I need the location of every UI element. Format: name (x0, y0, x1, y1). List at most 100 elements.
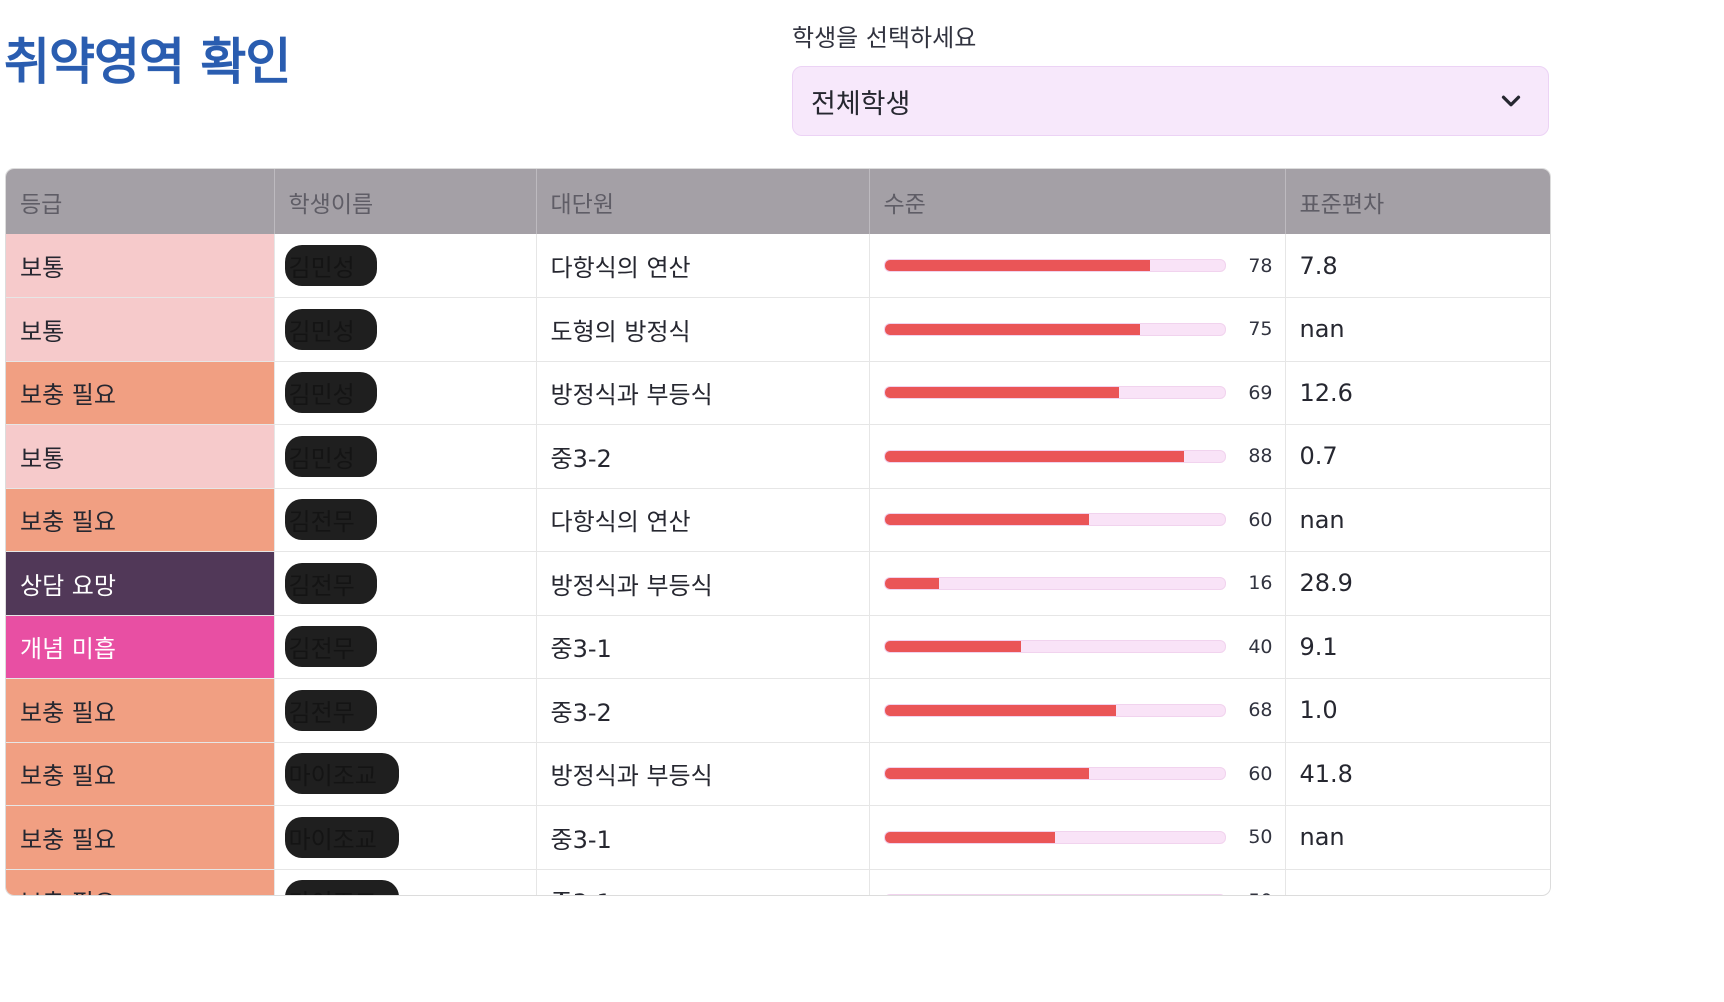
student-name-redacted: 김전무 (284, 562, 377, 604)
table-row[interactable]: 보충 필요 김민성 방정식과 부등식 69 12.6 (6, 361, 1550, 425)
student-name-cell[interactable]: 김민성 (274, 297, 537, 362)
level-progress-bar (883, 830, 1226, 844)
level-progress-bar (883, 322, 1226, 336)
unit-cell[interactable]: 중3-1 (536, 615, 870, 679)
student-name-cell[interactable]: 마이조교 (274, 805, 537, 870)
level-progress-bar (883, 767, 1226, 781)
std-cell[interactable]: 0.7 (1285, 424, 1550, 489)
student-name-cell[interactable]: 김민성 (274, 424, 537, 489)
table-header-row: 등급 학생이름 대단원 수준 표준편차 (6, 169, 1550, 234)
level-value: 60 (1248, 508, 1273, 531)
student-name-cell[interactable]: 마이조교 (274, 869, 537, 895)
unit-cell[interactable]: 중3-2 (536, 678, 870, 743)
unit-cell[interactable]: 방정식과 부등식 (536, 361, 870, 425)
level-progress-fill (884, 831, 1055, 843)
grade-cell[interactable]: 보통 (6, 424, 275, 489)
chevron-down-icon[interactable] (1496, 86, 1526, 116)
student-select-value: 전체학생 (811, 88, 911, 120)
std-cell[interactable]: nan (1285, 297, 1550, 362)
table-row[interactable]: 개념 미흡 김전무 중3-1 40 9.1 (6, 615, 1550, 679)
grade-cell[interactable]: 상담 요망 (6, 551, 275, 616)
level-cell[interactable]: 88 (869, 424, 1286, 489)
std-cell[interactable]: 7.8 (1285, 234, 1550, 298)
student-select-label: 학생을 선택하세요 (792, 24, 977, 52)
unit-cell[interactable]: 중3-1 (536, 869, 870, 895)
std-cell[interactable]: nan (1285, 488, 1550, 552)
student-name-cell[interactable]: 마이조교 (274, 742, 537, 806)
level-cell[interactable]: 50 (869, 805, 1286, 870)
unit-cell[interactable]: 도형의 방정식 (536, 297, 870, 362)
level-value: 75 (1248, 318, 1273, 341)
column-header-std[interactable]: 표준편차 (1285, 169, 1550, 234)
table-row[interactable]: 보충 필요마이조교중3-1 50 nan (6, 805, 1550, 870)
grade-cell[interactable]: 보충 필요 (6, 678, 275, 743)
table-row[interactable]: 보충 필요마이조교중3-1 50 nan (6, 869, 1550, 895)
column-header-student-name[interactable]: 학생이름 (274, 169, 537, 234)
grade-cell[interactable]: 개념 미흡 (6, 615, 275, 679)
level-cell[interactable]: 16 (869, 551, 1286, 616)
table-row[interactable]: 보충 필요 김전무 다항식의 연산 60 nan (6, 488, 1550, 552)
std-cell[interactable]: 28.9 (1285, 551, 1550, 616)
table-row[interactable]: 상담 요망 김전무 방정식과 부등식 16 28.9 (6, 551, 1550, 616)
table-row[interactable]: 보통 김민성 도형의 방정식 75 nan (6, 297, 1550, 362)
table-row[interactable]: 보충 필요 마이조교 방정식과 부등식 60 41.8 (6, 742, 1550, 806)
student-name-cell[interactable]: 김민성 (274, 361, 537, 425)
table-row[interactable]: 보통 김민성 다항식의 연산 78 7.8 (6, 234, 1550, 298)
table-row[interactable]: 보충 필요 김전무 중3-2 68 1.0 (6, 678, 1550, 743)
grade-cell[interactable]: 보충 필요 (6, 742, 275, 806)
std-cell[interactable]: 41.8 (1285, 742, 1550, 806)
level-cell[interactable]: 40 (869, 615, 1286, 679)
level-cell[interactable]: 50 (869, 869, 1286, 895)
level-cell[interactable]: 60 (869, 742, 1286, 806)
grade-cell[interactable]: 보충 필요 (6, 805, 275, 870)
student-name-cell[interactable]: 김전무 (274, 488, 537, 552)
level-value: 68 (1248, 699, 1273, 722)
std-cell[interactable]: 12.6 (1285, 361, 1550, 425)
level-progress-bar (883, 513, 1226, 527)
grade-cell[interactable]: 보통 (6, 234, 275, 298)
data-table[interactable]: 등급 학생이름 대단원 수준 표준편차 보통 김민성 다항식의 연산 78 7.8 보통 김… (5, 168, 1551, 896)
level-progress-fill (884, 450, 1184, 462)
student-name-redacted: 마이조교 (284, 753, 399, 795)
grade-cell[interactable]: 보통 (6, 297, 275, 362)
level-progress-fill (884, 323, 1140, 335)
student-name-cell[interactable]: 김전무 (274, 551, 537, 616)
std-cell[interactable]: 9.1 (1285, 615, 1550, 679)
unit-cell[interactable]: 방정식과 부등식 (536, 742, 870, 806)
level-value: 69 (1248, 381, 1273, 404)
table-row[interactable]: 보통 김민성 중3-2 88 0.7 (6, 424, 1550, 489)
level-value: 16 (1248, 572, 1273, 595)
level-cell[interactable]: 68 (869, 678, 1286, 743)
column-header-level[interactable]: 수준 (869, 169, 1286, 234)
unit-cell[interactable]: 다항식의 연산 (536, 234, 870, 298)
level-value: 50 (1248, 826, 1273, 849)
level-cell[interactable]: 78 (869, 234, 1286, 298)
level-value: 78 (1248, 254, 1273, 277)
unit-cell[interactable]: 중3-2 (536, 424, 870, 489)
std-cell[interactable]: nan (1285, 805, 1550, 870)
student-select[interactable]: 전체학생 (792, 66, 1549, 136)
grade-cell[interactable]: 보충 필요 (6, 488, 275, 552)
std-cell[interactable]: 1.0 (1285, 678, 1550, 743)
student-name-redacted: 김전무 (284, 689, 377, 731)
grade-cell[interactable]: 보충 필요 (6, 361, 275, 425)
unit-cell[interactable]: 다항식의 연산 (536, 488, 870, 552)
student-name-cell[interactable]: 김전무 (274, 615, 537, 679)
level-value: 88 (1248, 445, 1273, 468)
student-name-cell[interactable]: 김전무 (274, 678, 537, 743)
level-progress-bar (883, 576, 1226, 590)
level-cell[interactable]: 69 (869, 361, 1286, 425)
level-progress-bar (883, 449, 1226, 463)
student-name-cell[interactable]: 김민성 (274, 234, 537, 298)
unit-cell[interactable]: 중3-1 (536, 805, 870, 870)
column-header-grade[interactable]: 등급 (6, 169, 275, 234)
level-progress-fill (884, 387, 1120, 399)
unit-cell[interactable]: 방정식과 부등식 (536, 551, 870, 616)
level-cell[interactable]: 75 (869, 297, 1286, 362)
std-cell[interactable]: nan (1285, 869, 1550, 895)
level-cell[interactable]: 60 (869, 488, 1286, 552)
student-name-redacted: 김민성 (284, 308, 377, 350)
column-header-unit[interactable]: 대단원 (536, 169, 870, 234)
level-value: 50 (1226, 890, 1272, 895)
grade-cell[interactable]: 보충 필요 (6, 869, 275, 895)
